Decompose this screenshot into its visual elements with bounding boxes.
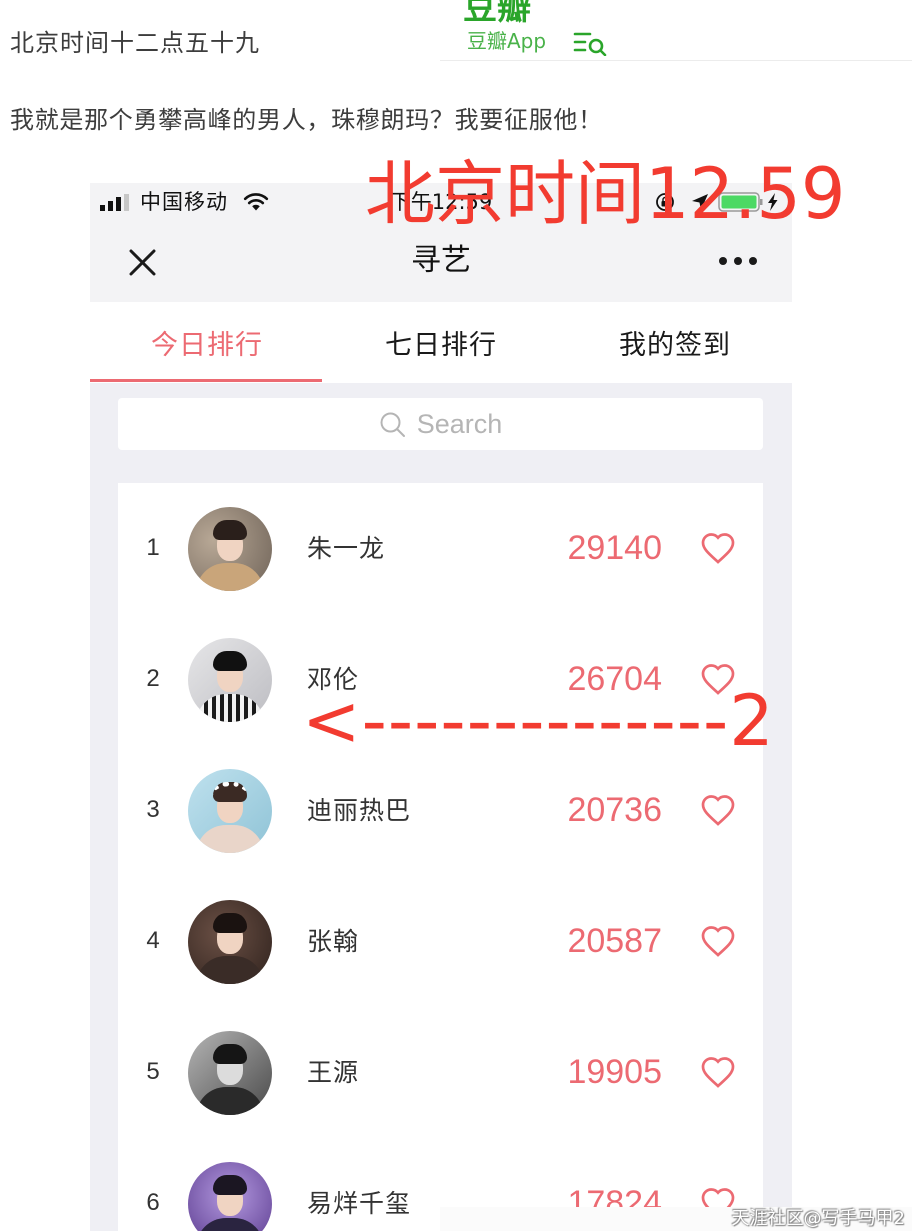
avatar-body xyxy=(196,956,264,984)
rank-number: 3 xyxy=(146,796,160,823)
avatar-body xyxy=(196,825,264,853)
avatar[interactable] xyxy=(188,507,272,591)
tab-bar: 今日排行 七日排行 我的签到 xyxy=(90,302,792,383)
ranking-row[interactable]: 5 王源 19905 xyxy=(118,1007,763,1138)
search-icon xyxy=(379,411,406,438)
ranking-row[interactable]: 4 张翰 20587 xyxy=(118,876,763,1007)
heart-icon[interactable] xyxy=(700,530,736,566)
avatar-hair xyxy=(213,782,247,802)
watermark-band: 天涯社区@写手马甲2 xyxy=(440,1207,912,1231)
avatar-hair xyxy=(213,913,247,933)
avatar[interactable] xyxy=(188,1031,272,1115)
avatar[interactable] xyxy=(188,638,272,722)
page-title: 寻艺 xyxy=(411,243,471,278)
annotation-arrow-note: <--------------2 xyxy=(302,680,775,762)
rank-number: 5 xyxy=(146,1058,160,1085)
ranking-list: 1 朱一龙 29140 2 邓伦 26704 3 迪丽热巴 20736 4 张翰… xyxy=(118,483,763,1231)
avatar[interactable] xyxy=(188,769,272,853)
rank-number: 1 xyxy=(146,534,160,561)
annotation-time-note: 北京时间12.59 xyxy=(365,153,846,235)
avatar-body xyxy=(196,1087,264,1115)
post-caption: 我就是那个勇攀高峰的男人，珠穆朗玛？我要征服他！ xyxy=(10,106,603,134)
score-value: 20587 xyxy=(567,922,662,960)
list-search-icon[interactable] xyxy=(573,30,608,56)
douban-app-link[interactable]: 豆瓣App xyxy=(467,29,546,53)
avatar-hair xyxy=(213,1044,247,1064)
tab-seven-day-ranking[interactable]: 七日排行 xyxy=(324,302,558,383)
ranking-row[interactable]: 3 迪丽热巴 20736 xyxy=(118,745,763,876)
rank-number: 6 xyxy=(146,1189,160,1216)
ranking-row[interactable]: 1 朱一龙 29140 xyxy=(118,483,763,614)
douban-logo[interactable]: 豆瓣 xyxy=(463,0,531,28)
score-value: 29140 xyxy=(567,529,662,567)
heart-icon[interactable] xyxy=(700,1054,736,1090)
rank-number: 2 xyxy=(146,665,160,692)
search-placeholder: Search xyxy=(416,409,503,439)
more-icon[interactable] xyxy=(718,255,758,267)
page: 北京时间十二点五十九 豆瓣 豆瓣App 我就是那个勇攀高峰的男人，珠穆朗玛？我要… xyxy=(0,0,912,1231)
score-value: 20736 xyxy=(567,791,662,829)
heart-icon[interactable] xyxy=(700,792,736,828)
artist-name[interactable]: 王源 xyxy=(307,1058,359,1088)
avatar-hair xyxy=(213,651,247,671)
avatar-hair xyxy=(213,520,247,540)
post-time-line: 北京时间十二点五十九 xyxy=(10,29,260,57)
active-tab-indicator xyxy=(90,379,322,382)
header-divider xyxy=(440,60,912,61)
artist-name[interactable]: 易烊千玺 xyxy=(307,1189,411,1219)
search-input[interactable]: Search xyxy=(118,398,763,450)
score-value: 19905 xyxy=(567,1053,662,1091)
watermark-text: 天涯社区@写手马甲2 xyxy=(731,1208,905,1229)
tab-today-ranking[interactable]: 今日排行 xyxy=(90,302,324,383)
avatar-body xyxy=(196,694,264,722)
avatar-hair xyxy=(213,1175,247,1195)
artist-name[interactable]: 朱一龙 xyxy=(307,534,385,564)
avatar[interactable] xyxy=(188,900,272,984)
avatar-body xyxy=(196,563,264,591)
artist-name[interactable]: 迪丽热巴 xyxy=(307,796,411,826)
avatar[interactable] xyxy=(188,1162,272,1231)
tab-my-checkin[interactable]: 我的签到 xyxy=(558,302,792,383)
artist-name[interactable]: 张翰 xyxy=(307,927,359,957)
heart-icon[interactable] xyxy=(700,923,736,959)
rank-number: 4 xyxy=(146,927,160,954)
avatar-body xyxy=(196,1218,264,1231)
